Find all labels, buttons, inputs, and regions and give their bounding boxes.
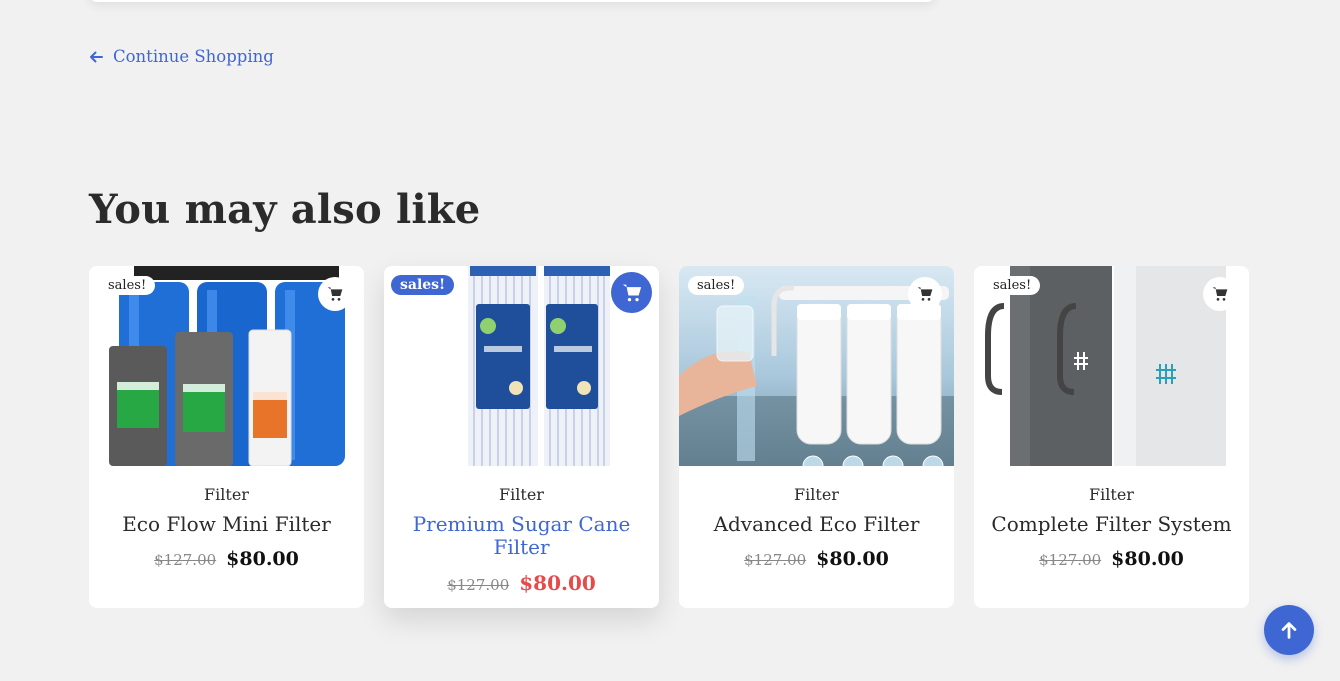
add-to-cart-button[interactable] xyxy=(611,272,652,313)
continue-shopping-label: Continue Shopping xyxy=(113,47,274,66)
cart-icon xyxy=(327,287,343,301)
sale-badge: sales! xyxy=(984,276,1041,295)
original-price: $127.00 xyxy=(154,551,217,569)
cart-icon xyxy=(622,284,641,301)
continue-shopping-link[interactable]: Continue Shopping xyxy=(88,47,274,66)
product-category: Filter xyxy=(204,485,249,504)
product-category: Filter xyxy=(499,485,544,504)
original-price: $127.00 xyxy=(744,551,807,569)
sale-price: $80.00 xyxy=(1111,548,1184,570)
product-name[interactable]: Advanced Eco Filter xyxy=(694,513,939,536)
arrow-left-icon xyxy=(90,51,103,62)
product-category: Filter xyxy=(1089,485,1134,504)
product-name[interactable]: Premium Sugar Cane Filter xyxy=(399,513,644,559)
product-card[interactable]: sales! Filter Advanced Eco Filter $127.0… xyxy=(679,266,954,608)
product-prices: $127.00 $80.00 xyxy=(679,548,954,570)
add-to-cart-button[interactable] xyxy=(1203,277,1237,311)
sale-price: $80.00 xyxy=(226,548,299,570)
sale-badge: sales! xyxy=(391,275,455,295)
original-price: $127.00 xyxy=(447,576,510,594)
product-category: Filter xyxy=(794,485,839,504)
product-name[interactable]: Eco Flow Mini Filter xyxy=(104,513,349,536)
product-card[interactable]: sales! Filter Premium Sugar Cane Filter … xyxy=(384,266,659,608)
add-to-cart-button[interactable] xyxy=(908,277,942,311)
cart-summary-card-edge xyxy=(89,0,935,2)
product-prices: $127.00 $80.00 xyxy=(974,548,1249,570)
product-card[interactable]: sales! Filter Complete Filter System $12… xyxy=(974,266,1249,608)
sale-badge: sales! xyxy=(99,276,156,295)
cart-icon xyxy=(917,287,933,301)
sale-price: $80.00 xyxy=(519,571,596,595)
section-title: You may also like xyxy=(89,186,481,233)
product-prices: $127.00 $80.00 xyxy=(384,571,659,595)
original-price: $127.00 xyxy=(1039,551,1102,569)
arrow-up-icon xyxy=(1281,622,1297,639)
product-name[interactable]: Complete Filter System xyxy=(989,513,1234,536)
product-prices: $127.00 $80.00 xyxy=(89,548,364,570)
cart-icon xyxy=(1212,287,1228,301)
sale-price: $80.00 xyxy=(816,548,889,570)
product-card[interactable]: sales! Filter Eco Flow Mini Filter $127.… xyxy=(89,266,364,608)
product-grid: sales! Filter Eco Flow Mini Filter $127.… xyxy=(89,266,1249,608)
sale-badge: sales! xyxy=(688,276,745,295)
back-to-top-button[interactable] xyxy=(1264,605,1314,655)
add-to-cart-button[interactable] xyxy=(318,277,352,311)
